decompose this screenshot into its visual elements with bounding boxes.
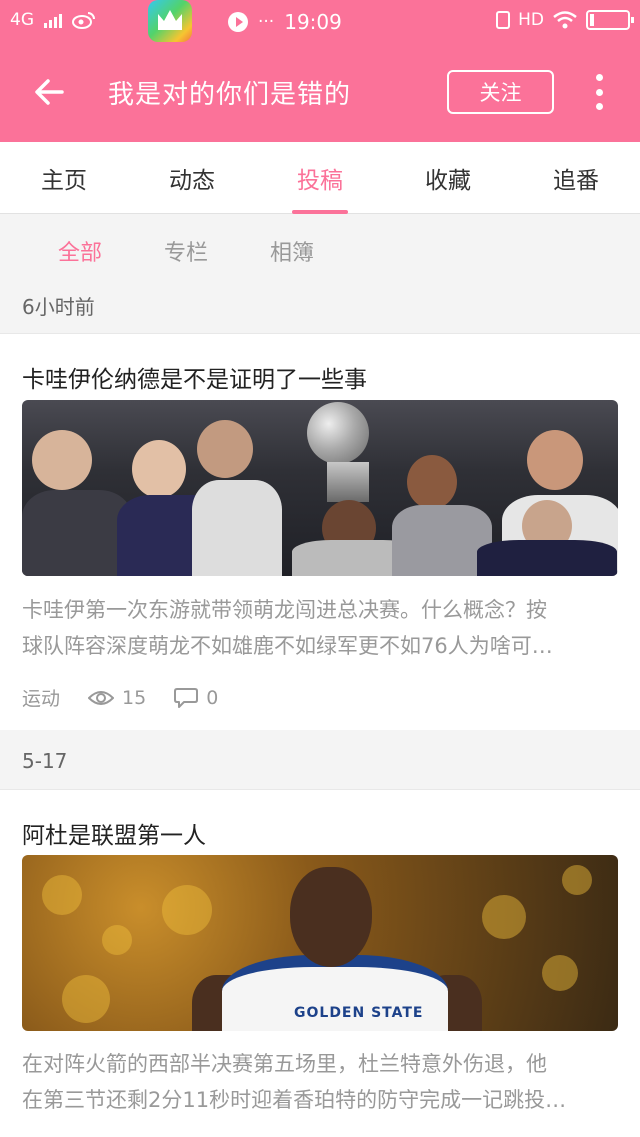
date-header: 6小时前 — [0, 285, 640, 334]
basketball-photo: GOLDEN STATE — [22, 855, 618, 1031]
header: 我是对的你们是错的 关注 — [0, 44, 640, 142]
player-head-shape — [290, 867, 372, 967]
status-time: 19:09 — [284, 10, 342, 34]
profile-tabs: 主页 动态 投稿 收藏 追番 — [0, 142, 640, 214]
date-header: 5-17 — [0, 733, 640, 790]
page-title: 我是对的你们是错的 — [108, 80, 352, 110]
celebration-photo — [22, 400, 618, 576]
description-line: 在第三节还剩2分11秒时迎着香珀特的防守完成一记跳投… — [22, 1088, 567, 1112]
signal-icon — [44, 12, 62, 28]
article-cover-image[interactable]: GOLDEN STATE — [22, 855, 618, 1031]
comments-count: 0 — [206, 686, 219, 709]
comment-icon — [174, 687, 199, 708]
comments-stat: 0 — [174, 687, 218, 709]
status-left: 4G — [10, 10, 96, 30]
article-description: 在对阵火箭的西部半决赛第五场里，杜兰特意外伤退，他 在第三节还剩2分11秒时迎着… — [22, 1046, 618, 1118]
views-stat: 15 — [88, 687, 146, 709]
article-title[interactable]: 卡哇伊伦纳德是不是证明了一些事 — [22, 360, 367, 394]
media-play-icon — [228, 12, 248, 32]
status-bar: 4G ··· 19:09 HD — [0, 0, 640, 44]
category-label: 运动 — [22, 688, 61, 710]
submission-subtabs: 全部 专栏 相簿 — [0, 215, 640, 285]
tab-favorites[interactable]: 收藏 — [384, 142, 512, 214]
lock-icon — [496, 11, 511, 29]
tab-home[interactable]: 主页 — [0, 142, 128, 214]
more-options-icon[interactable] — [593, 74, 605, 110]
network-label: 4G — [10, 10, 34, 30]
article-description: 卡哇伊第一次东游就带领萌龙闯进总决赛。什么概念？按 球队阵容深度萌龙不如雄鹿不如… — [22, 592, 618, 664]
jersey-text: GOLDEN STATE — [294, 1005, 424, 1021]
back-arrow-icon[interactable] — [32, 74, 68, 110]
crown-icon — [158, 10, 182, 30]
follow-button[interactable]: 关注 — [447, 70, 554, 114]
app-icon — [148, 0, 192, 42]
status-right: HD — [496, 10, 634, 30]
status-dots: ··· — [258, 12, 275, 32]
description-line: 在对阵火箭的西部半决赛第五场里，杜兰特意外伤退，他 — [22, 1052, 547, 1076]
article-card[interactable]: 阿杜是联盟第一人 GOLDEN STATE 在对阵火箭的西部半决赛第五场里，杜兰… — [0, 790, 640, 1137]
tab-submissions[interactable]: 投稿 — [256, 142, 384, 214]
tab-dynamic[interactable]: 动态 — [128, 142, 256, 214]
wifi-icon — [553, 11, 577, 29]
trophy-shape — [307, 402, 369, 464]
article-card[interactable]: 卡哇伊伦纳德是不是证明了一些事 卡哇伊第一次东游就带领萌龙闯进总决赛。什么概念？… — [0, 334, 640, 730]
description-line: 卡哇伊第一次东游就带领萌龙闯进总决赛。什么概念？按 — [22, 598, 547, 622]
battery-icon — [586, 10, 634, 30]
hd-label: HD — [518, 10, 544, 30]
status-mid: ··· 19:09 — [228, 10, 342, 34]
eye-icon — [88, 690, 115, 705]
description-line: 球队阵容深度萌龙不如雄鹿不如绿军更不如76人为啥可… — [22, 634, 553, 658]
article-cover-image[interactable] — [22, 400, 618, 576]
subtab-column[interactable]: 专栏 — [164, 235, 208, 267]
views-count: 15 — [122, 686, 147, 709]
weibo-icon — [72, 12, 95, 29]
article-title[interactable]: 阿杜是联盟第一人 — [22, 816, 206, 850]
tab-bangumi[interactable]: 追番 — [512, 142, 640, 214]
article-meta: 运动 15 0 — [22, 684, 246, 711]
subtab-all[interactable]: 全部 — [58, 235, 102, 267]
subtab-album[interactable]: 相簿 — [270, 235, 314, 267]
